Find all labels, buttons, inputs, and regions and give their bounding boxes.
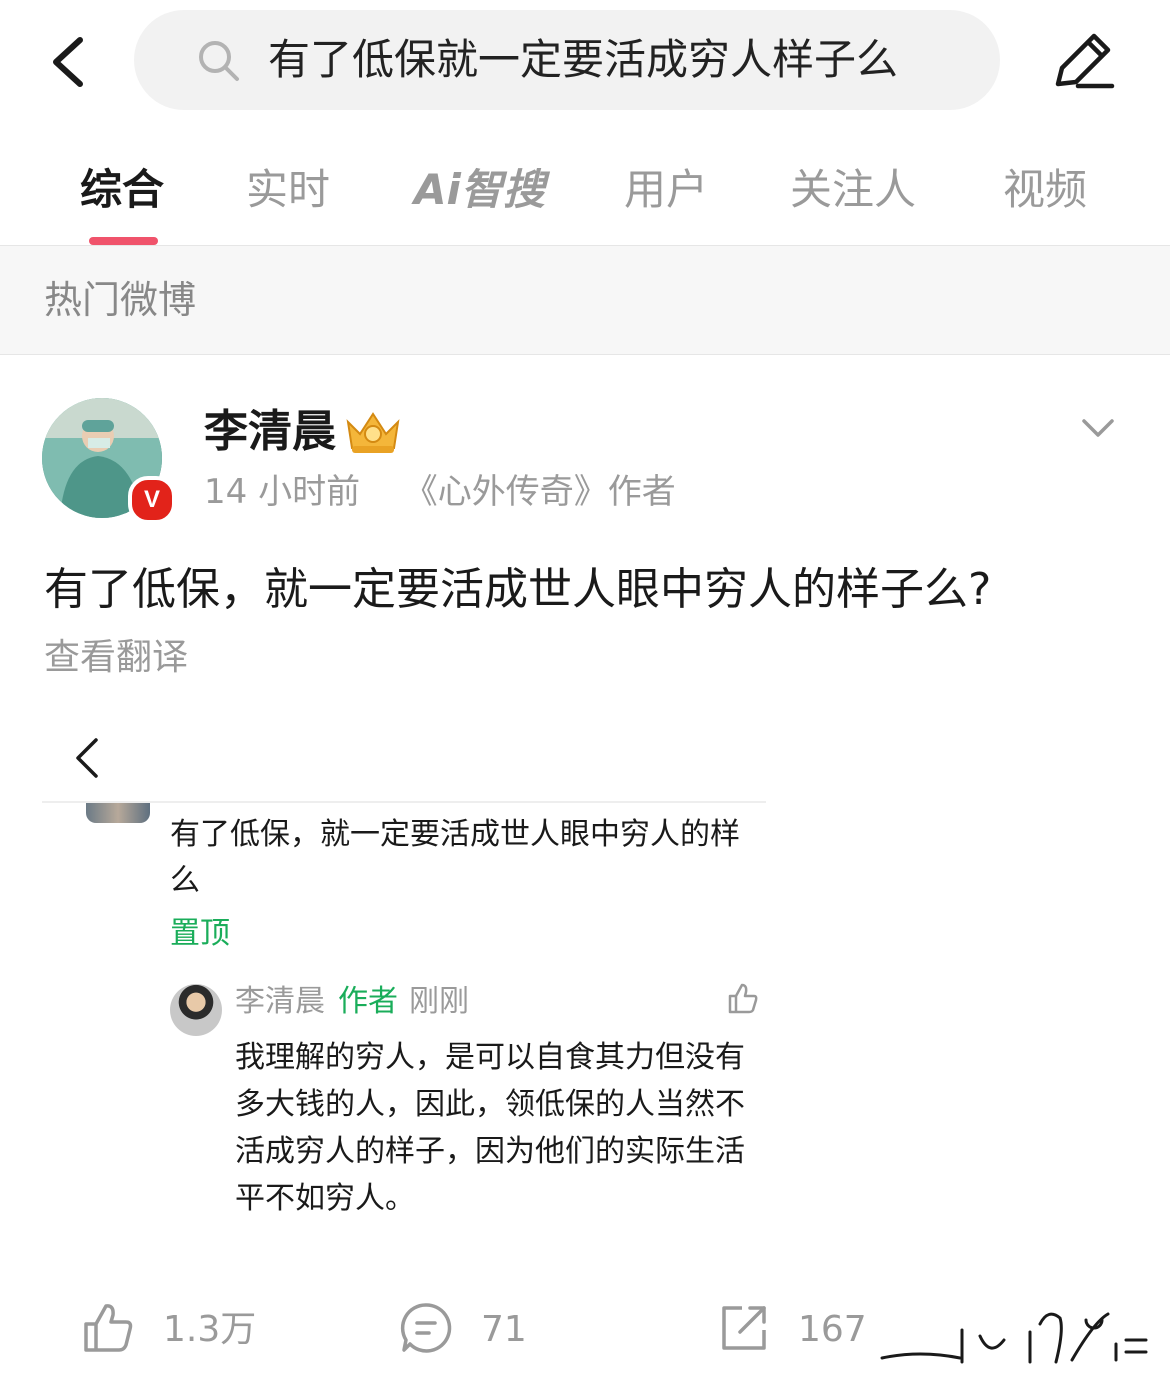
section-divider xyxy=(0,354,1170,355)
search-box[interactable]: 有了低保就一定要活成穷人样子么 xyxy=(134,10,1000,110)
tab-ai-search[interactable]: Ai智搜 xyxy=(414,160,545,220)
tab-following[interactable]: 关注人 xyxy=(790,160,916,220)
post-meta: 14 小时前 《心外传奇》作者 xyxy=(204,468,676,516)
embed-comment-line1: 有了低保，就一定要活成世人眼中穷人的样 xyxy=(170,817,740,852)
tab-realtime[interactable]: 实时 xyxy=(246,160,330,220)
comment-count: 71 xyxy=(481,1309,527,1350)
repost-button[interactable] xyxy=(716,1300,772,1356)
back-arrow-icon xyxy=(53,37,83,87)
reply-text-line: 多大钱的人，因此，领低保的人当然不 xyxy=(235,1087,745,1122)
crown-icon xyxy=(346,412,400,453)
reply-text-line: 平不如穷人。 xyxy=(235,1181,415,1216)
pinned-label: 置顶 xyxy=(170,916,230,951)
search-query[interactable]: 有了低保就一定要活成穷人样子么 xyxy=(268,30,898,90)
section-title: 热门微博 xyxy=(44,278,197,322)
like-button[interactable] xyxy=(80,1300,136,1356)
reply-text-line: 我理解的穷人，是可以自食其力但没有 xyxy=(235,1040,745,1075)
embed-avatar-fragment xyxy=(86,803,150,823)
post-text: 有了低保，就一定要活成世人眼中穷人的样子么? xyxy=(44,564,992,615)
verified-badge: V xyxy=(128,476,176,524)
embed-comment-line2: 么 xyxy=(170,863,200,898)
back-button[interactable] xyxy=(40,30,100,94)
thumb-up-icon xyxy=(728,983,758,1014)
post-username[interactable]: 李清晨 xyxy=(204,402,336,462)
chevron-down-icon[interactable] xyxy=(1080,416,1116,440)
reply-author-tag: 作者 xyxy=(338,984,398,1019)
embed-divider xyxy=(42,801,766,803)
post-source: 《心外传奇》作者 xyxy=(403,472,676,512)
compose-button[interactable] xyxy=(1048,26,1118,96)
active-tab-indicator xyxy=(89,237,158,245)
translate-link[interactable]: 查看翻译 xyxy=(44,634,188,682)
tab-users[interactable]: 用户 xyxy=(624,160,708,220)
embed-back-icon xyxy=(76,738,98,778)
reply-time: 刚刚 xyxy=(409,984,469,1019)
repost-count: 167 xyxy=(798,1309,867,1350)
tab-video[interactable]: 视频 xyxy=(1003,160,1087,220)
post-time: 14 小时前 xyxy=(204,472,361,512)
embedded-screenshot[interactable]: 有了低保，就一定要活成世人眼中穷人的样 么 置顶 李清晨 作者 刚刚 我理解的穷… xyxy=(42,700,766,1240)
search-icon xyxy=(199,41,239,81)
reply-text-line: 活成穷人的样子，因为他们的实际生活 xyxy=(235,1134,745,1169)
comment-button[interactable] xyxy=(398,1300,454,1356)
decorative-scribble xyxy=(880,1312,1148,1364)
edit-pencil-icon xyxy=(1055,33,1115,89)
reply-name: 李清晨 xyxy=(235,984,325,1019)
tab-comprehensive[interactable]: 综合 xyxy=(80,160,164,220)
like-count: 1.3万 xyxy=(163,1309,257,1350)
reply-avatar xyxy=(170,984,222,1036)
